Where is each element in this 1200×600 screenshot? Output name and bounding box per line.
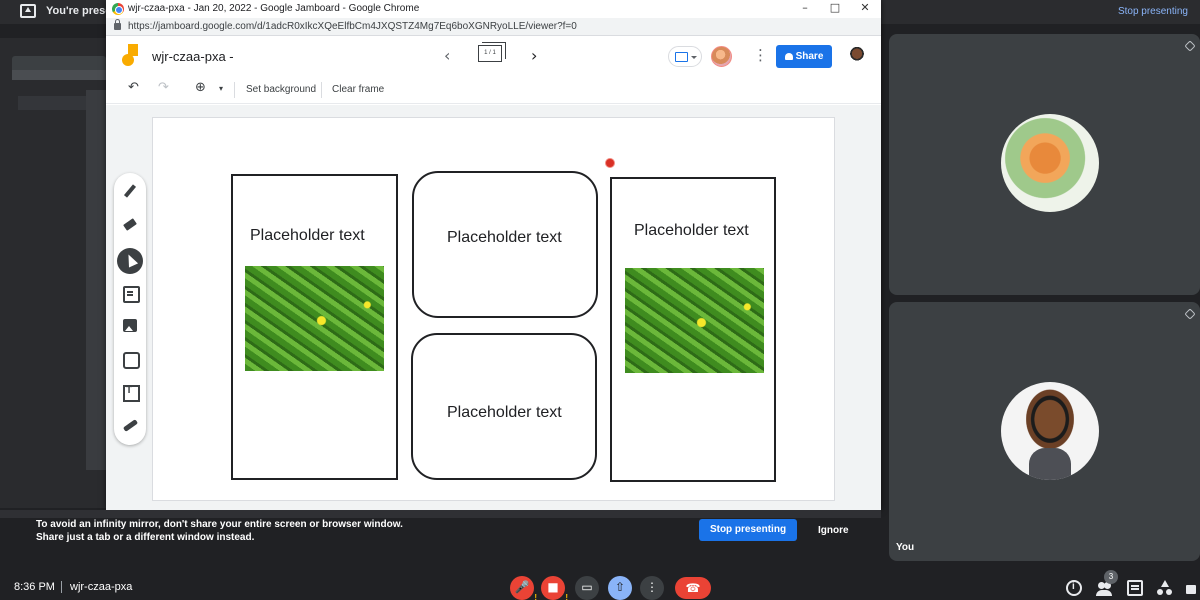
participant-tile[interactable] <box>889 34 1200 295</box>
share-button[interactable]: Share <box>776 45 832 68</box>
laser-icon[interactable] <box>121 416 139 434</box>
card-middle-top-text[interactable]: Placeholder text <box>447 229 562 247</box>
card-right-text[interactable]: Placeholder text <box>634 222 749 240</box>
set-background-button[interactable]: Set background <box>246 84 316 95</box>
minimize-button[interactable]: – <box>790 0 820 18</box>
card-middle-bottom-text[interactable]: Placeholder text <box>447 404 562 422</box>
warning-icon: ! <box>534 593 537 600</box>
jamboard-toolbar: ↶ ↷ ⊕ ▾ Set background Clear frame <box>106 76 881 104</box>
meeting-code: wjr-czaa-pxa <box>70 581 133 593</box>
camera-toggle-button[interactable]: ■ ! <box>541 576 568 600</box>
stop-presenting-button[interactable]: Stop presenting <box>699 519 797 541</box>
maximize-button[interactable]: □ <box>820 0 850 18</box>
self-tile[interactable]: You <box>889 302 1200 561</box>
shape-icon[interactable] <box>121 350 140 369</box>
present-icon: ⇧ <box>614 580 626 594</box>
card-left-text[interactable]: Placeholder text <box>250 227 365 245</box>
stop-presenting-link[interactable]: Stop presenting <box>1118 6 1188 17</box>
pen-icon[interactable] <box>121 183 139 201</box>
pin-icon[interactable] <box>1184 308 1196 320</box>
present-now-button[interactable]: ⇧ <box>608 576 632 600</box>
toolbar-divider <box>234 82 235 98</box>
jamboard-logo-icon <box>122 44 140 68</box>
hang-up-icon: ☎ <box>685 581 701 595</box>
address-bar[interactable]: https://jamboard.google.com/d/1adcR0xIkc… <box>106 18 881 36</box>
select-icon[interactable] <box>117 248 143 274</box>
person-add-icon <box>784 53 793 60</box>
toolbar-divider <box>321 82 322 98</box>
chat-icon[interactable] <box>1127 580 1143 596</box>
mirror-urlbar <box>12 70 106 80</box>
infinity-mirror-banner: To avoid an infinity mirror, don't share… <box>0 510 881 552</box>
meeting-details-icon[interactable] <box>1066 580 1082 596</box>
activities-icon[interactable] <box>1157 580 1173 596</box>
warning-icon: ! <box>565 593 568 600</box>
sticky-note-icon[interactable] <box>121 284 140 303</box>
people-count-badge: 3 <box>1104 570 1118 584</box>
more-options-button[interactable]: ⋮ <box>753 46 768 64</box>
mirror-tab <box>12 56 106 70</box>
drawing-tools-panel <box>114 173 146 445</box>
window-titlebar: wjr-czaa-pxa - Jan 20, 2022 - Google Jam… <box>106 0 881 18</box>
share-label: Share <box>795 51 824 62</box>
redo-icon[interactable]: ↷ <box>158 80 169 95</box>
next-frame-button[interactable]: › <box>531 46 537 65</box>
card-middle-top[interactable]: Placeholder text <box>412 171 598 318</box>
zoom-dropdown-caret-icon[interactable]: ▾ <box>219 84 223 93</box>
text-box-icon[interactable] <box>121 383 140 402</box>
card-right[interactable]: Placeholder text <box>610 177 776 482</box>
card-middle-bottom[interactable]: Placeholder text <box>411 333 597 480</box>
present-to-meeting-button[interactable] <box>668 46 702 67</box>
jam-frame[interactable]: Placeholder text Placeholder text Placeh… <box>152 117 835 501</box>
mic-off-icon: 🎤 <box>514 580 530 594</box>
pin-icon[interactable] <box>1184 40 1196 52</box>
more-options-button[interactable]: ⋮ <box>640 576 664 600</box>
chrome-logo-icon <box>112 3 124 15</box>
chrome-window: wjr-czaa-pxa - Jan 20, 2022 - Google Jam… <box>106 0 881 510</box>
meet-screen: You're presenting Stop presenting wjr-cz… <box>0 0 1200 600</box>
flower-image[interactable] <box>625 268 764 373</box>
host-controls-icon[interactable] <box>1186 580 1196 596</box>
collaborator-cursor-icon <box>605 158 615 168</box>
flower-image[interactable] <box>245 266 384 371</box>
infinity-mirror-preview <box>0 38 106 508</box>
jamboard-header: wjr-czaa-pxa - ‹ 1 / 1 › ⋮ Share <box>106 36 881 76</box>
previous-frame-button[interactable]: ‹ <box>444 46 450 65</box>
clock: 8:36 PM <box>14 581 55 593</box>
close-window-button[interactable]: ✕ <box>850 0 880 18</box>
present-screen-icon <box>20 4 36 18</box>
image-icon[interactable] <box>121 317 139 335</box>
card-left[interactable]: Placeholder text <box>231 174 398 480</box>
document-title[interactable]: wjr-czaa-pxa - <box>152 49 234 64</box>
captions-icon: ▭ <box>581 580 593 594</box>
camera-off-icon: ■ <box>547 580 559 594</box>
meet-controls-bar: 8:36 PM wjr-czaa-pxa 🎤 ! ■ ! ▭ ⇧ ⋮ ☎ 3 <box>0 570 1200 600</box>
self-avatar <box>1001 382 1099 480</box>
mirror-warning-text: To avoid an infinity mirror, don't share… <box>36 519 403 543</box>
canvas-area: Placeholder text Placeholder text Placeh… <box>106 105 881 510</box>
mirror-window <box>86 90 106 470</box>
ignore-button[interactable]: Ignore <box>818 525 849 536</box>
zoom-icon[interactable]: ⊕ <box>195 80 206 95</box>
participant-avatar <box>1001 114 1099 212</box>
eraser-icon[interactable] <box>121 216 139 234</box>
captions-button[interactable]: ▭ <box>575 576 599 600</box>
divider <box>61 581 62 593</box>
frame-bar-button[interactable]: 1 / 1 <box>478 45 502 62</box>
window-title: wjr-czaa-pxa - Jan 20, 2022 - Google Jam… <box>128 3 420 14</box>
self-label: You <box>896 542 915 553</box>
kebab-icon: ⋮ <box>646 580 658 594</box>
mirror-strip <box>0 510 881 518</box>
clear-frame-button[interactable]: Clear frame <box>332 84 384 95</box>
leave-call-button[interactable]: ☎ <box>675 577 711 599</box>
account-avatar[interactable] <box>848 46 866 68</box>
url-text[interactable]: https://jamboard.google.com/d/1adcR0xIkc… <box>128 21 577 32</box>
lock-icon <box>114 19 121 30</box>
undo-icon[interactable]: ↶ <box>128 80 139 95</box>
mic-toggle-button[interactable]: 🎤 ! <box>510 576 537 600</box>
collaborator-avatar[interactable] <box>711 46 732 67</box>
